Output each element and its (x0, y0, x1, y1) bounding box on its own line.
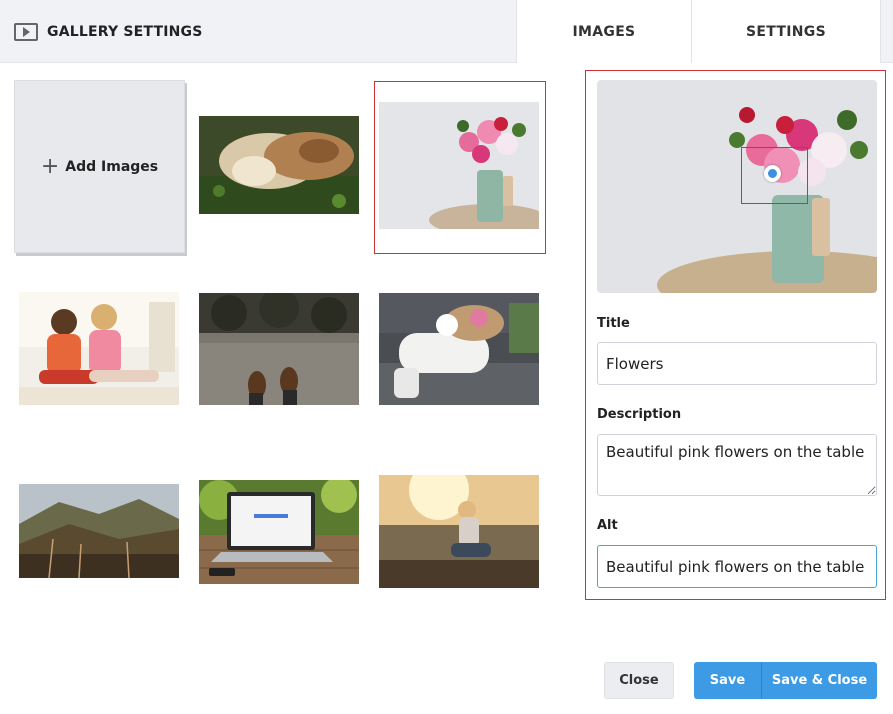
plus-icon: + (40, 153, 60, 179)
save-and-close-button[interactable]: Save & Close (761, 662, 877, 699)
gallery-thumb-laptop[interactable] (199, 480, 359, 584)
focus-point-handle[interactable] (764, 165, 781, 182)
gallery-thumb-women[interactable] (19, 292, 179, 405)
tab-settings[interactable]: SETTINGS (691, 0, 881, 63)
header-bar: GALLERY SETTINGS IMAGES SETTINGS (0, 0, 893, 63)
alt-input[interactable] (597, 545, 877, 588)
add-images-button[interactable]: + Add Images (14, 80, 185, 253)
gallery-thumb-feet[interactable] (199, 293, 359, 405)
title-label: Title (597, 316, 630, 331)
title-input[interactable] (597, 342, 877, 385)
description-label: Description (597, 407, 682, 422)
header-title-wrap: GALLERY SETTINGS (14, 0, 203, 63)
gallery-thumb-cat-dog[interactable] (199, 116, 359, 214)
tab-images[interactable]: IMAGES (516, 0, 691, 63)
page-title: GALLERY SETTINGS (47, 23, 203, 40)
close-button[interactable]: Close (604, 662, 674, 699)
save-button[interactable]: Save (694, 662, 761, 699)
gallery-play-icon (14, 22, 38, 41)
image-preview (597, 80, 877, 293)
gallery-thumb-hills[interactable] (19, 484, 179, 578)
alt-label: Alt (597, 518, 618, 533)
add-images-label: Add Images (65, 158, 159, 175)
gallery-thumb-coffee[interactable] (379, 293, 539, 405)
gallery-thumb-sunset[interactable] (379, 475, 539, 588)
description-textarea[interactable]: Beautiful pink flowers on the table (597, 434, 877, 496)
selected-image-frame (374, 81, 546, 254)
